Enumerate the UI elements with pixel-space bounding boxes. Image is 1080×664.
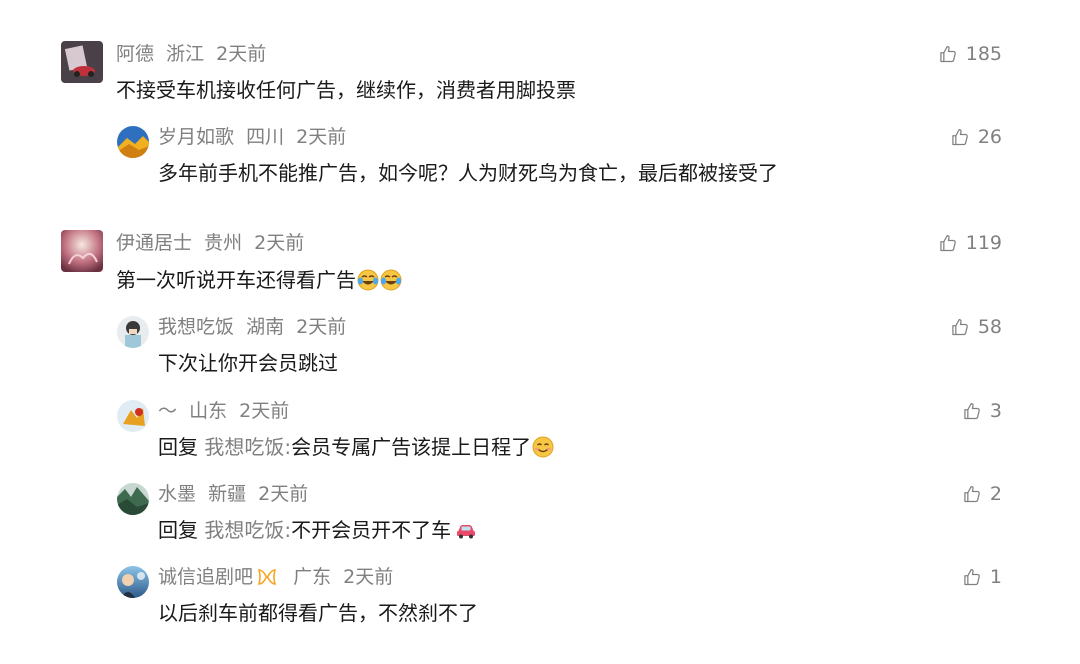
timestamp: 2天前 — [254, 232, 305, 254]
username[interactable]: 阿德 — [116, 43, 154, 65]
fan-badge-icon[interactable] — [257, 568, 277, 586]
thumbs-up-icon — [938, 44, 958, 64]
reply-body: 会员专属广告该提上日程了 — [291, 435, 532, 459]
reply-text: 回复 我想吃饭:会员专属广告该提上日程了 — [158, 434, 554, 460]
reply-body: 以后刹车前都得看广告，不然刹不了 — [158, 601, 478, 625]
reply-text: 下次让你开会员跳过 — [158, 350, 338, 376]
thumbs-up-icon — [962, 567, 982, 587]
avatar[interactable] — [61, 230, 103, 272]
location: 贵州 — [204, 232, 243, 254]
like-button[interactable]: 3 — [962, 399, 1002, 423]
reply-text: 以后刹车前都得看广告，不然刹不了 — [158, 600, 478, 626]
reply-meta: 诚信追剧吧 广东 2天前 — [158, 565, 393, 589]
location: 浙江 — [166, 43, 205, 65]
reply-meta: 岁月如歌 四川 2天前 — [158, 125, 346, 149]
location: 山东 — [189, 400, 228, 422]
laugh-cry-emoji — [357, 269, 379, 291]
reply-meta: 水墨 新疆 2天前 — [158, 482, 308, 506]
username[interactable]: ～ — [158, 400, 177, 422]
like-button[interactable]: 1 — [962, 565, 1002, 589]
like-button[interactable]: 26 — [950, 125, 1002, 149]
username[interactable]: 诚信追剧吧 — [158, 566, 253, 588]
reply-text: 多年前手机不能推广告，如今呢？人为财死鸟为食亡，最后都被接受了 — [158, 160, 778, 186]
thumbs-up-icon — [962, 401, 982, 421]
like-count: 2 — [989, 483, 1002, 505]
reply-body: 不开会员开不了车 — [291, 518, 452, 542]
reply-prefix: 回复 — [158, 435, 198, 459]
thumbs-up-icon — [950, 127, 970, 147]
like-button[interactable]: 119 — [938, 231, 1002, 255]
reply-body: 多年前手机不能推广告，如今呢？人为财死鸟为食亡，最后都被接受了 — [158, 161, 778, 185]
comment-meta: 伊通居士 贵州 2天前 — [116, 231, 304, 255]
comment-text: 不接受车机接收任何广告，继续作，消费者用脚投票 — [116, 77, 576, 103]
thumbs-up-icon — [938, 233, 958, 253]
location: 四川 — [246, 126, 285, 148]
like-count: 3 — [989, 400, 1002, 422]
avatar[interactable] — [61, 41, 103, 83]
username[interactable]: 岁月如歌 — [158, 126, 234, 148]
timestamp: 2天前 — [258, 483, 309, 505]
timestamp: 2天前 — [343, 566, 394, 588]
avatar[interactable] — [117, 483, 149, 515]
like-button[interactable]: 185 — [938, 42, 1002, 66]
username[interactable]: 我想吃饭 — [158, 316, 234, 338]
comment-meta: 阿德 浙江 2天前 — [116, 42, 266, 66]
timestamp: 2天前 — [216, 43, 267, 65]
like-count: 1 — [989, 566, 1002, 588]
reply-target-user[interactable]: 我想吃饭: — [204, 435, 291, 459]
reply-target-user[interactable]: 我想吃饭: — [204, 518, 291, 542]
location: 新疆 — [208, 483, 247, 505]
comment-text: 第一次听说开车还得看广告 — [116, 267, 402, 293]
thumbs-up-icon — [950, 317, 970, 337]
avatar[interactable] — [117, 126, 149, 158]
avatar[interactable] — [117, 566, 149, 598]
like-count: 185 — [965, 43, 1002, 65]
reply-text: 回复 我想吃饭:不开会员开不了车 — [158, 517, 477, 543]
username[interactable]: 水墨 — [158, 483, 196, 505]
car-emoji — [455, 519, 477, 541]
comment-body: 第一次听说开车还得看广告 — [116, 268, 356, 292]
reply-meta: 我想吃饭 湖南 2天前 — [158, 315, 346, 339]
like-button[interactable]: 58 — [950, 315, 1002, 339]
timestamp: 2天前 — [296, 316, 347, 338]
username[interactable]: 伊通居士 — [116, 232, 192, 254]
smile-emoji — [532, 436, 554, 458]
location: 广东 — [293, 566, 332, 588]
reply-meta: ～ 山东 2天前 — [158, 399, 289, 423]
like-count: 58 — [977, 316, 1002, 338]
avatar[interactable] — [117, 400, 149, 432]
like-count: 26 — [977, 126, 1002, 148]
location: 湖南 — [246, 316, 285, 338]
comment-body: 不接受车机接收任何广告，继续作，消费者用脚投票 — [116, 78, 576, 102]
timestamp: 2天前 — [239, 400, 290, 422]
timestamp: 2天前 — [296, 126, 347, 148]
laugh-cry-emoji — [380, 269, 402, 291]
reply-prefix: 回复 — [158, 518, 198, 542]
like-button[interactable]: 2 — [962, 482, 1002, 506]
like-count: 119 — [965, 232, 1002, 254]
reply-body: 下次让你开会员跳过 — [158, 351, 338, 375]
thumbs-up-icon — [962, 484, 982, 504]
avatar[interactable] — [117, 316, 149, 348]
